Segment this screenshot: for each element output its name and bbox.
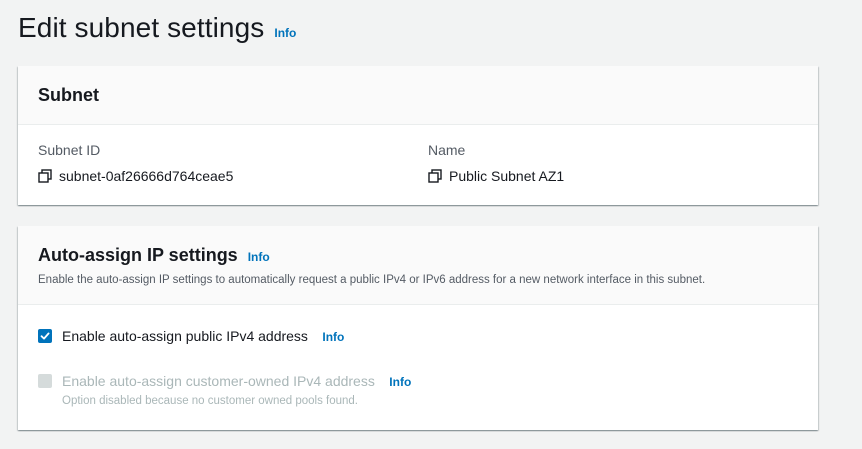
name-value-row: Public Subnet AZ1 [428,168,564,184]
auto-assign-ipv4-checkbox[interactable] [38,329,52,343]
customer-owned-ipv4-text: Enable auto-assign customer-owned IPv4 a… [62,373,411,407]
checkmark-icon [40,332,50,340]
name-label: Name [428,142,466,158]
auto-assign-ipv4-text: Enable auto-assign public IPv4 address I… [62,328,344,346]
name-value: Public Subnet AZ1 [449,168,565,184]
auto-assign-description: Enable the auto-assign IP settings to au… [38,274,706,286]
customer-owned-ipv4-checkbox[interactable] [38,374,52,388]
subnet-id-value: subnet-0af26666d764ceae5 [59,168,234,184]
customer-owned-ipv4-note: Option disabled because no customer owne… [62,395,359,407]
auto-assign-ipv4-option: Enable auto-assign public IPv4 address I… [38,328,344,346]
subnet-id-value-row: subnet-0af26666d764ceae5 [38,168,233,184]
subnet-panel: Subnet Subnet ID subnet-0af26666d764ceae… [18,66,818,205]
subnet-panel-title: Subnet [38,84,99,105]
customer-owned-ipv4-option: Enable auto-assign customer-owned IPv4 a… [38,373,411,407]
customer-owned-ipv4-label: Enable auto-assign customer-owned IPv4 a… [62,373,375,389]
auto-assign-ipv4-info-link[interactable]: Info [322,330,344,344]
copy-icon[interactable] [38,169,52,183]
subnet-panel-header: Subnet [18,66,818,125]
page-info-link[interactable]: Info [274,26,296,40]
auto-assign-panel-header: Auto-assign IP settings Info Enable the … [18,226,818,305]
auto-assign-panel-title: Auto-assign IP settings [38,245,238,265]
subnet-id-label: Subnet ID [38,142,101,158]
copy-icon[interactable] [428,169,442,183]
auto-assign-ipv4-label[interactable]: Enable auto-assign public IPv4 address [62,328,308,344]
subnet-details: Subnet ID subnet-0af26666d764ceae5 Name … [18,125,818,205]
page-header: Edit subnet settings Info [18,12,296,44]
name-field: Name Public Subnet AZ1 [428,142,564,184]
auto-assign-panel: Auto-assign IP settings Info Enable the … [18,226,818,430]
customer-owned-ipv4-info-link[interactable]: Info [389,375,411,389]
page-title: Edit subnet settings [18,12,265,43]
subnet-id-field: Subnet ID subnet-0af26666d764ceae5 [38,142,233,184]
auto-assign-info-link[interactable]: Info [248,250,270,264]
auto-assign-title-row: Auto-assign IP settings Info [38,245,798,266]
